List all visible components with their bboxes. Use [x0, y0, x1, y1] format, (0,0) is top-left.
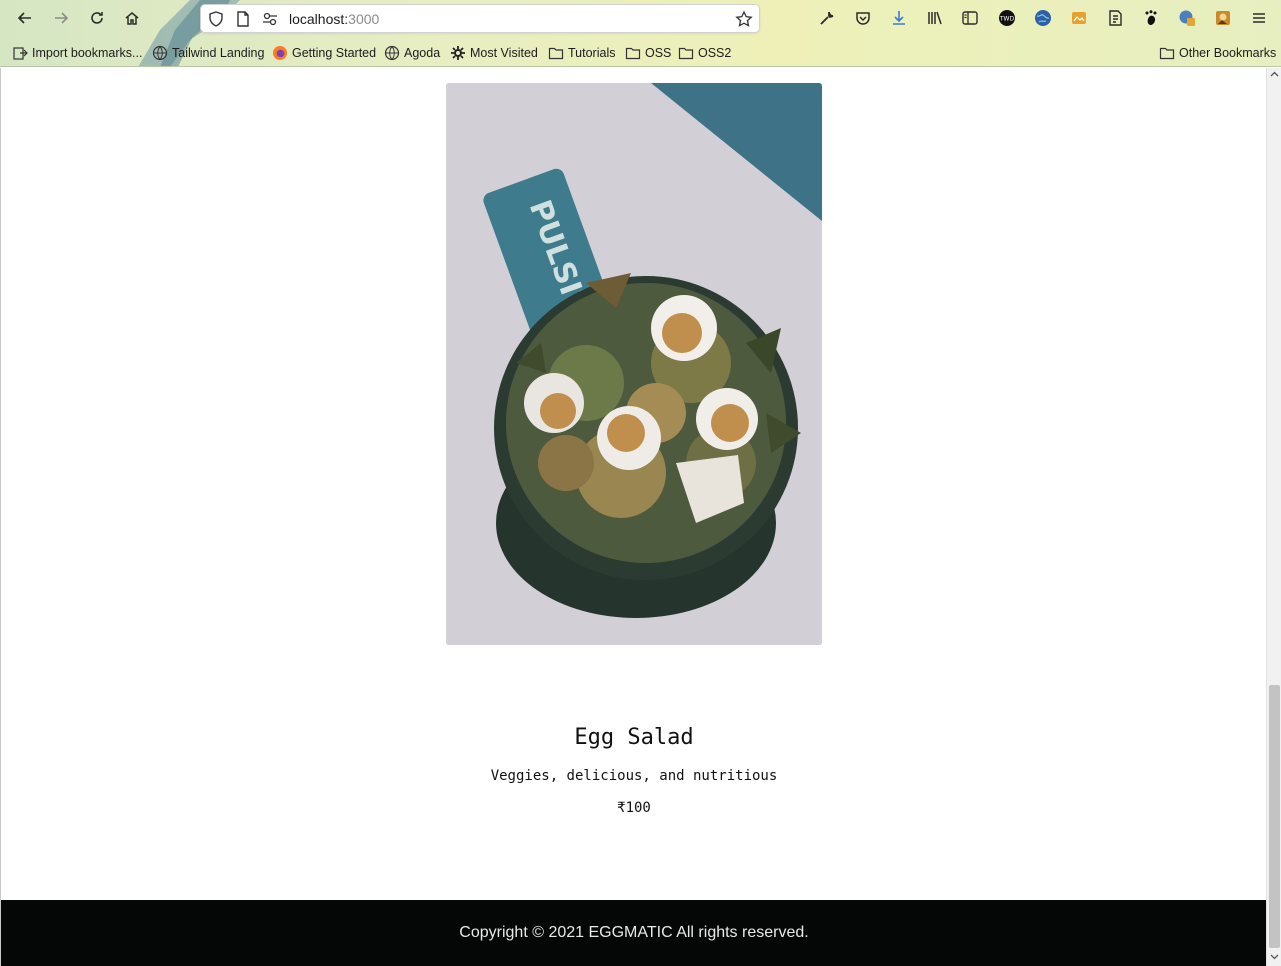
arrow-left-icon [17, 12, 31, 24]
twd-extension-icon: TWD [999, 10, 1015, 26]
home-icon [125, 12, 139, 25]
pocket-button[interactable] [848, 4, 878, 32]
tools-button[interactable] [812, 4, 842, 32]
forward-button[interactable] [46, 4, 76, 32]
bookmark-folder-oss[interactable]: OSS [625, 43, 671, 62]
product-image: PULSITO [446, 83, 822, 645]
sidebar-button[interactable] [955, 4, 985, 32]
scroll-up-icon[interactable] [1270, 70, 1279, 79]
shield-icon[interactable] [207, 10, 225, 28]
star-icon[interactable] [735, 10, 753, 28]
library-button[interactable] [920, 4, 950, 32]
bookmark-label: Tutorials [568, 45, 616, 60]
site-permissions-icon[interactable] [261, 10, 279, 28]
svg-text:TWD: TWD [999, 16, 1015, 23]
pocket-icon [856, 12, 870, 25]
reload-button[interactable] [82, 4, 112, 32]
site-footer: Copyright © 2021 EGGMATIC All rights res… [1, 900, 1267, 966]
extension-image-button[interactable] [1208, 4, 1238, 32]
url-port: 3000 [348, 11, 380, 27]
downloads-button[interactable] [884, 4, 914, 32]
product-description: Veggies, delicious, and nutritious [490, 768, 778, 784]
menu-button[interactable] [1244, 4, 1274, 32]
bookmark-most-visited[interactable]: Most Visited [450, 43, 538, 62]
bookmark-import[interactable]: Import bookmarks... [12, 43, 142, 62]
bookmark-label: OSS2 [698, 45, 732, 60]
extension-translate-button[interactable] [1172, 4, 1202, 32]
library-icon [928, 11, 942, 25]
image-extension-icon [1216, 11, 1230, 25]
back-button[interactable] [10, 4, 40, 32]
firefox-icon [273, 45, 287, 60]
bookmark-label: OSS [645, 45, 672, 60]
arrow-right-icon [55, 12, 69, 24]
bookmark-tailwind-landing[interactable]: Tailwind Landing [152, 43, 264, 62]
bookmark-other-bookmarks[interactable]: Other Bookmarks [1159, 43, 1276, 62]
extension-globe-button[interactable] [1028, 4, 1058, 32]
navigation-toolbar: localhost:3000 TWD [0, 0, 1281, 37]
scrollbar-thumb[interactable] [1269, 685, 1280, 948]
foot-extension-icon [1145, 10, 1157, 25]
extension-reader-button[interactable] [1100, 4, 1130, 32]
reload-icon [91, 12, 103, 24]
address-bar[interactable]: localhost:3000 [200, 4, 760, 33]
extension-gnome-button[interactable] [1136, 4, 1166, 32]
bookmark-label: Getting Started [292, 45, 377, 60]
folder-icon [548, 47, 564, 59]
scroll-down-icon[interactable] [1270, 952, 1279, 961]
gear-icon [451, 45, 465, 60]
bookmark-label: Other Bookmarks [1179, 45, 1277, 60]
bookmark-getting-started[interactable]: Getting Started [272, 43, 376, 62]
footer-copyright: Copyright © 2021 EGGMATIC All rights res… [459, 924, 809, 941]
browser-chrome: localhost:3000 TWD Import bookmarks... T… [0, 0, 1281, 67]
page-content: PULSITO Egg Salad Veggies, delicious, an… [0, 68, 1267, 966]
wrench-icon [820, 11, 834, 25]
folder-icon [625, 47, 641, 59]
bookmark-label: Import bookmarks... [32, 45, 143, 60]
bookmark-folder-oss2[interactable]: OSS2 [678, 43, 731, 62]
bookmark-folder-tutorials[interactable]: Tutorials [548, 43, 615, 62]
translate-extension-icon [1179, 10, 1195, 26]
download-icon [893, 11, 905, 25]
product-title: Egg Salad [574, 725, 694, 750]
home-button[interactable] [117, 4, 147, 32]
globe-extension-icon [1035, 10, 1051, 26]
sidebar-icon [962, 11, 978, 25]
folder-icon [1159, 47, 1175, 59]
egg-salad-photo: PULSITO [446, 83, 822, 645]
folder-icon [678, 47, 694, 59]
hamburger-menu-icon [1253, 13, 1265, 23]
page-icon [237, 11, 249, 27]
vertical-scrollbar[interactable] [1266, 68, 1281, 966]
screenshot-extension-icon [1072, 12, 1086, 24]
bookmark-label: Most Visited [470, 45, 538, 60]
extension-screenshot-button[interactable] [1064, 4, 1094, 32]
import-icon [13, 46, 28, 60]
bookmark-label: Agoda [404, 45, 441, 60]
bookmarks-toolbar: Import bookmarks... Tailwind Landing Get… [0, 40, 1281, 64]
extension-twd-button[interactable]: TWD [992, 4, 1022, 32]
bookmark-label: Tailwind Landing [172, 45, 265, 60]
url-host: localhost: [289, 11, 349, 27]
product-price: ₹100 [617, 800, 651, 816]
reader-extension-icon [1109, 10, 1122, 26]
url-text[interactable]: localhost:3000 [289, 11, 379, 27]
globe-icon [152, 45, 168, 60]
bookmark-agoda[interactable]: Agoda [384, 43, 440, 62]
globe-icon [384, 45, 400, 60]
